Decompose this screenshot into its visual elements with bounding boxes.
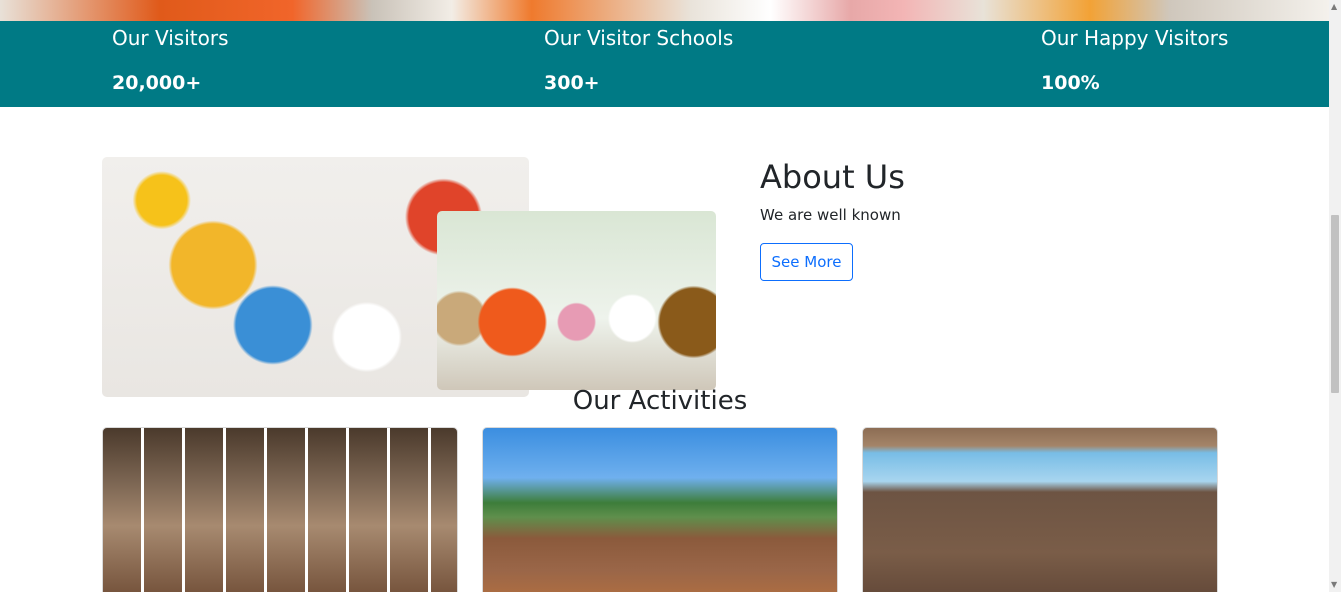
stat-value: 300+ <box>544 72 600 94</box>
stat-value: 20,000+ <box>112 72 202 94</box>
stat-value: 100% <box>1041 72 1100 94</box>
activity-card-hut[interactable] <box>482 427 838 592</box>
about-subtitle: We are well known <box>760 206 901 224</box>
hero-image <box>0 0 1329 21</box>
stat-label: Our Visitor Schools <box>544 26 734 50</box>
activities-title: Our Activities <box>572 386 748 416</box>
scrollbar-thumb[interactable] <box>1331 215 1339 393</box>
about-image-kids-careers <box>437 211 716 390</box>
activity-card-enclosure[interactable] <box>862 427 1218 592</box>
stat-label: Our Visitors <box>112 26 229 50</box>
stats-band: Our Visitors 20,000+ Our Visitor Schools… <box>0 21 1329 107</box>
scroll-up-icon[interactable]: ▲ <box>1331 2 1337 11</box>
about-title: About Us <box>760 158 905 196</box>
scroll-down-icon[interactable]: ▼ <box>1331 580 1337 589</box>
see-more-button[interactable]: See More <box>760 243 853 281</box>
activity-card-workshop[interactable] <box>102 427 458 592</box>
stat-label: Our Happy Visitors <box>1041 26 1229 50</box>
